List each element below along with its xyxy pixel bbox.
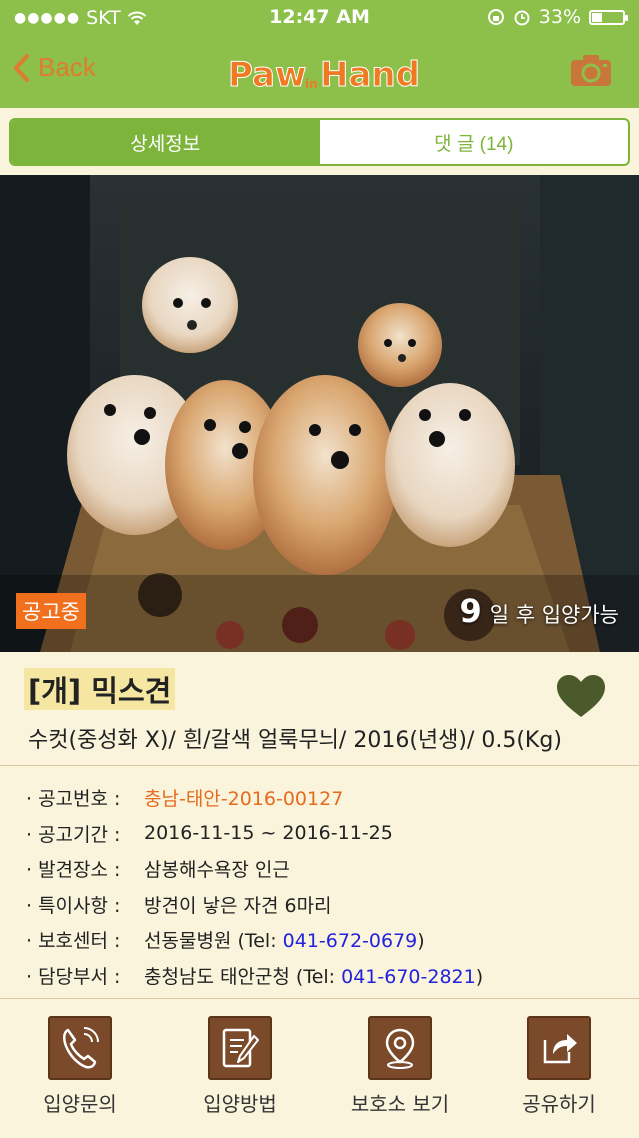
- tab-adoption-inquiry[interactable]: 입양문의: [15, 1016, 145, 1117]
- alarm-icon: [514, 10, 530, 26]
- phone-icon: [48, 1016, 112, 1080]
- back-button[interactable]: Back: [12, 52, 96, 83]
- info-label: · 발견장소 :: [26, 859, 121, 882]
- info-value: 선동물병원 (Tel: 041-672-0679): [144, 930, 425, 953]
- bottom-tab-bar: 입양문의 입양방법 보호소 보기 공유하기: [0, 1002, 639, 1138]
- adoption-countdown: 9 일 후 입양가능: [459, 592, 619, 630]
- info-value: 충청남도 태안군청 (Tel: 041-670-2821): [144, 965, 484, 988]
- info-row-department: · 담당부서 : 충청남도 태안군청 (Tel: 041-670-2821): [26, 958, 483, 994]
- info-label: · 공고번호 :: [26, 788, 121, 811]
- info-row-found-place: · 발견장소 : 삼봉해수욕장 인근: [26, 851, 483, 887]
- department-phone-link[interactable]: 041-670-2821: [341, 966, 476, 988]
- info-list: · 공고번호 : 충남-태안-2016-00127 · 공고기간 : 2016-…: [26, 780, 483, 993]
- info-label: · 공고기간 :: [26, 823, 121, 846]
- puppies-image: [0, 175, 639, 652]
- info-row-notice-period: · 공고기간 : 2016-11-15 ~ 2016-11-25: [26, 816, 483, 852]
- tab-view-shelter[interactable]: 보호소 보기: [335, 1016, 465, 1117]
- tab-details[interactable]: 상세정보: [11, 120, 320, 164]
- svg-text:Hand: Hand: [320, 55, 418, 95]
- status-right: 33%: [487, 6, 628, 28]
- tab-label: 공유하기: [522, 1092, 596, 1116]
- share-icon: [527, 1016, 591, 1080]
- back-label: Back: [38, 52, 96, 82]
- info-value: 방견이 낳은 자견 6마리: [144, 894, 332, 917]
- info-label: · 담당부서 :: [26, 965, 121, 988]
- divider: [0, 765, 639, 766]
- info-row-notice-number: · 공고번호 : 충남-태안-2016-00127: [26, 780, 483, 816]
- tab-label: 보호소 보기: [350, 1092, 450, 1116]
- animal-title: [개] 믹스견: [24, 668, 176, 710]
- svg-text:Paw: Paw: [228, 55, 306, 95]
- camera-icon[interactable]: [569, 52, 613, 88]
- tab-adoption-method[interactable]: 입양방법: [175, 1016, 305, 1117]
- info-label: · 보호센터 :: [26, 930, 121, 953]
- tab-label: 입양방법: [203, 1092, 277, 1116]
- info-value: 2016-11-15 ~ 2016-11-25: [144, 822, 393, 845]
- divider: [0, 998, 639, 999]
- chevron-left-icon: [14, 53, 29, 82]
- info-value: 충남-태안-2016-00127: [144, 788, 344, 811]
- heart-icon[interactable]: [555, 673, 607, 719]
- battery-percent: 33%: [538, 6, 581, 28]
- segmented-control: 상세정보 댓 글 (14): [9, 118, 630, 166]
- battery-icon: [589, 9, 628, 25]
- info-row-shelter: · 보호센터 : 선동물병원 (Tel: 041-672-0679): [26, 922, 483, 958]
- animal-description: 수컷(중성화 X)/ 흰/갈색 얼룩무늬/ 2016(년생)/ 0.5(Kg): [28, 728, 562, 753]
- info-value: 삼봉해수욕장 인근: [144, 859, 290, 882]
- document-edit-icon: [208, 1016, 272, 1080]
- status-badge: 공고중: [16, 593, 86, 629]
- header: ●●●●● SKT 12:47 AM 33% Back Paw in Hand: [0, 0, 639, 108]
- days-number: 9: [459, 592, 482, 630]
- days-label: 일 후 입양가능: [489, 603, 619, 627]
- info-label: · 특이사항 :: [26, 894, 121, 917]
- info-row-special-notes: · 특이사항 : 방견이 낳은 자견 6마리: [26, 887, 483, 923]
- svg-text:in: in: [305, 77, 318, 91]
- nav-bar: Back Paw in Hand: [0, 36, 639, 108]
- shelter-phone-link[interactable]: 041-672-0679: [283, 930, 418, 952]
- status-bar: ●●●●● SKT 12:47 AM 33%: [0, 0, 639, 36]
- tab-comments[interactable]: 댓 글 (14): [320, 120, 629, 164]
- rotation-lock-icon: [487, 9, 504, 25]
- map-pin-icon: [368, 1016, 432, 1080]
- paw-in-hand-logo: Paw in Hand: [228, 55, 418, 96]
- tab-share[interactable]: 공유하기: [494, 1016, 624, 1117]
- animal-photo: [0, 175, 639, 652]
- tab-label: 입양문의: [43, 1092, 117, 1116]
